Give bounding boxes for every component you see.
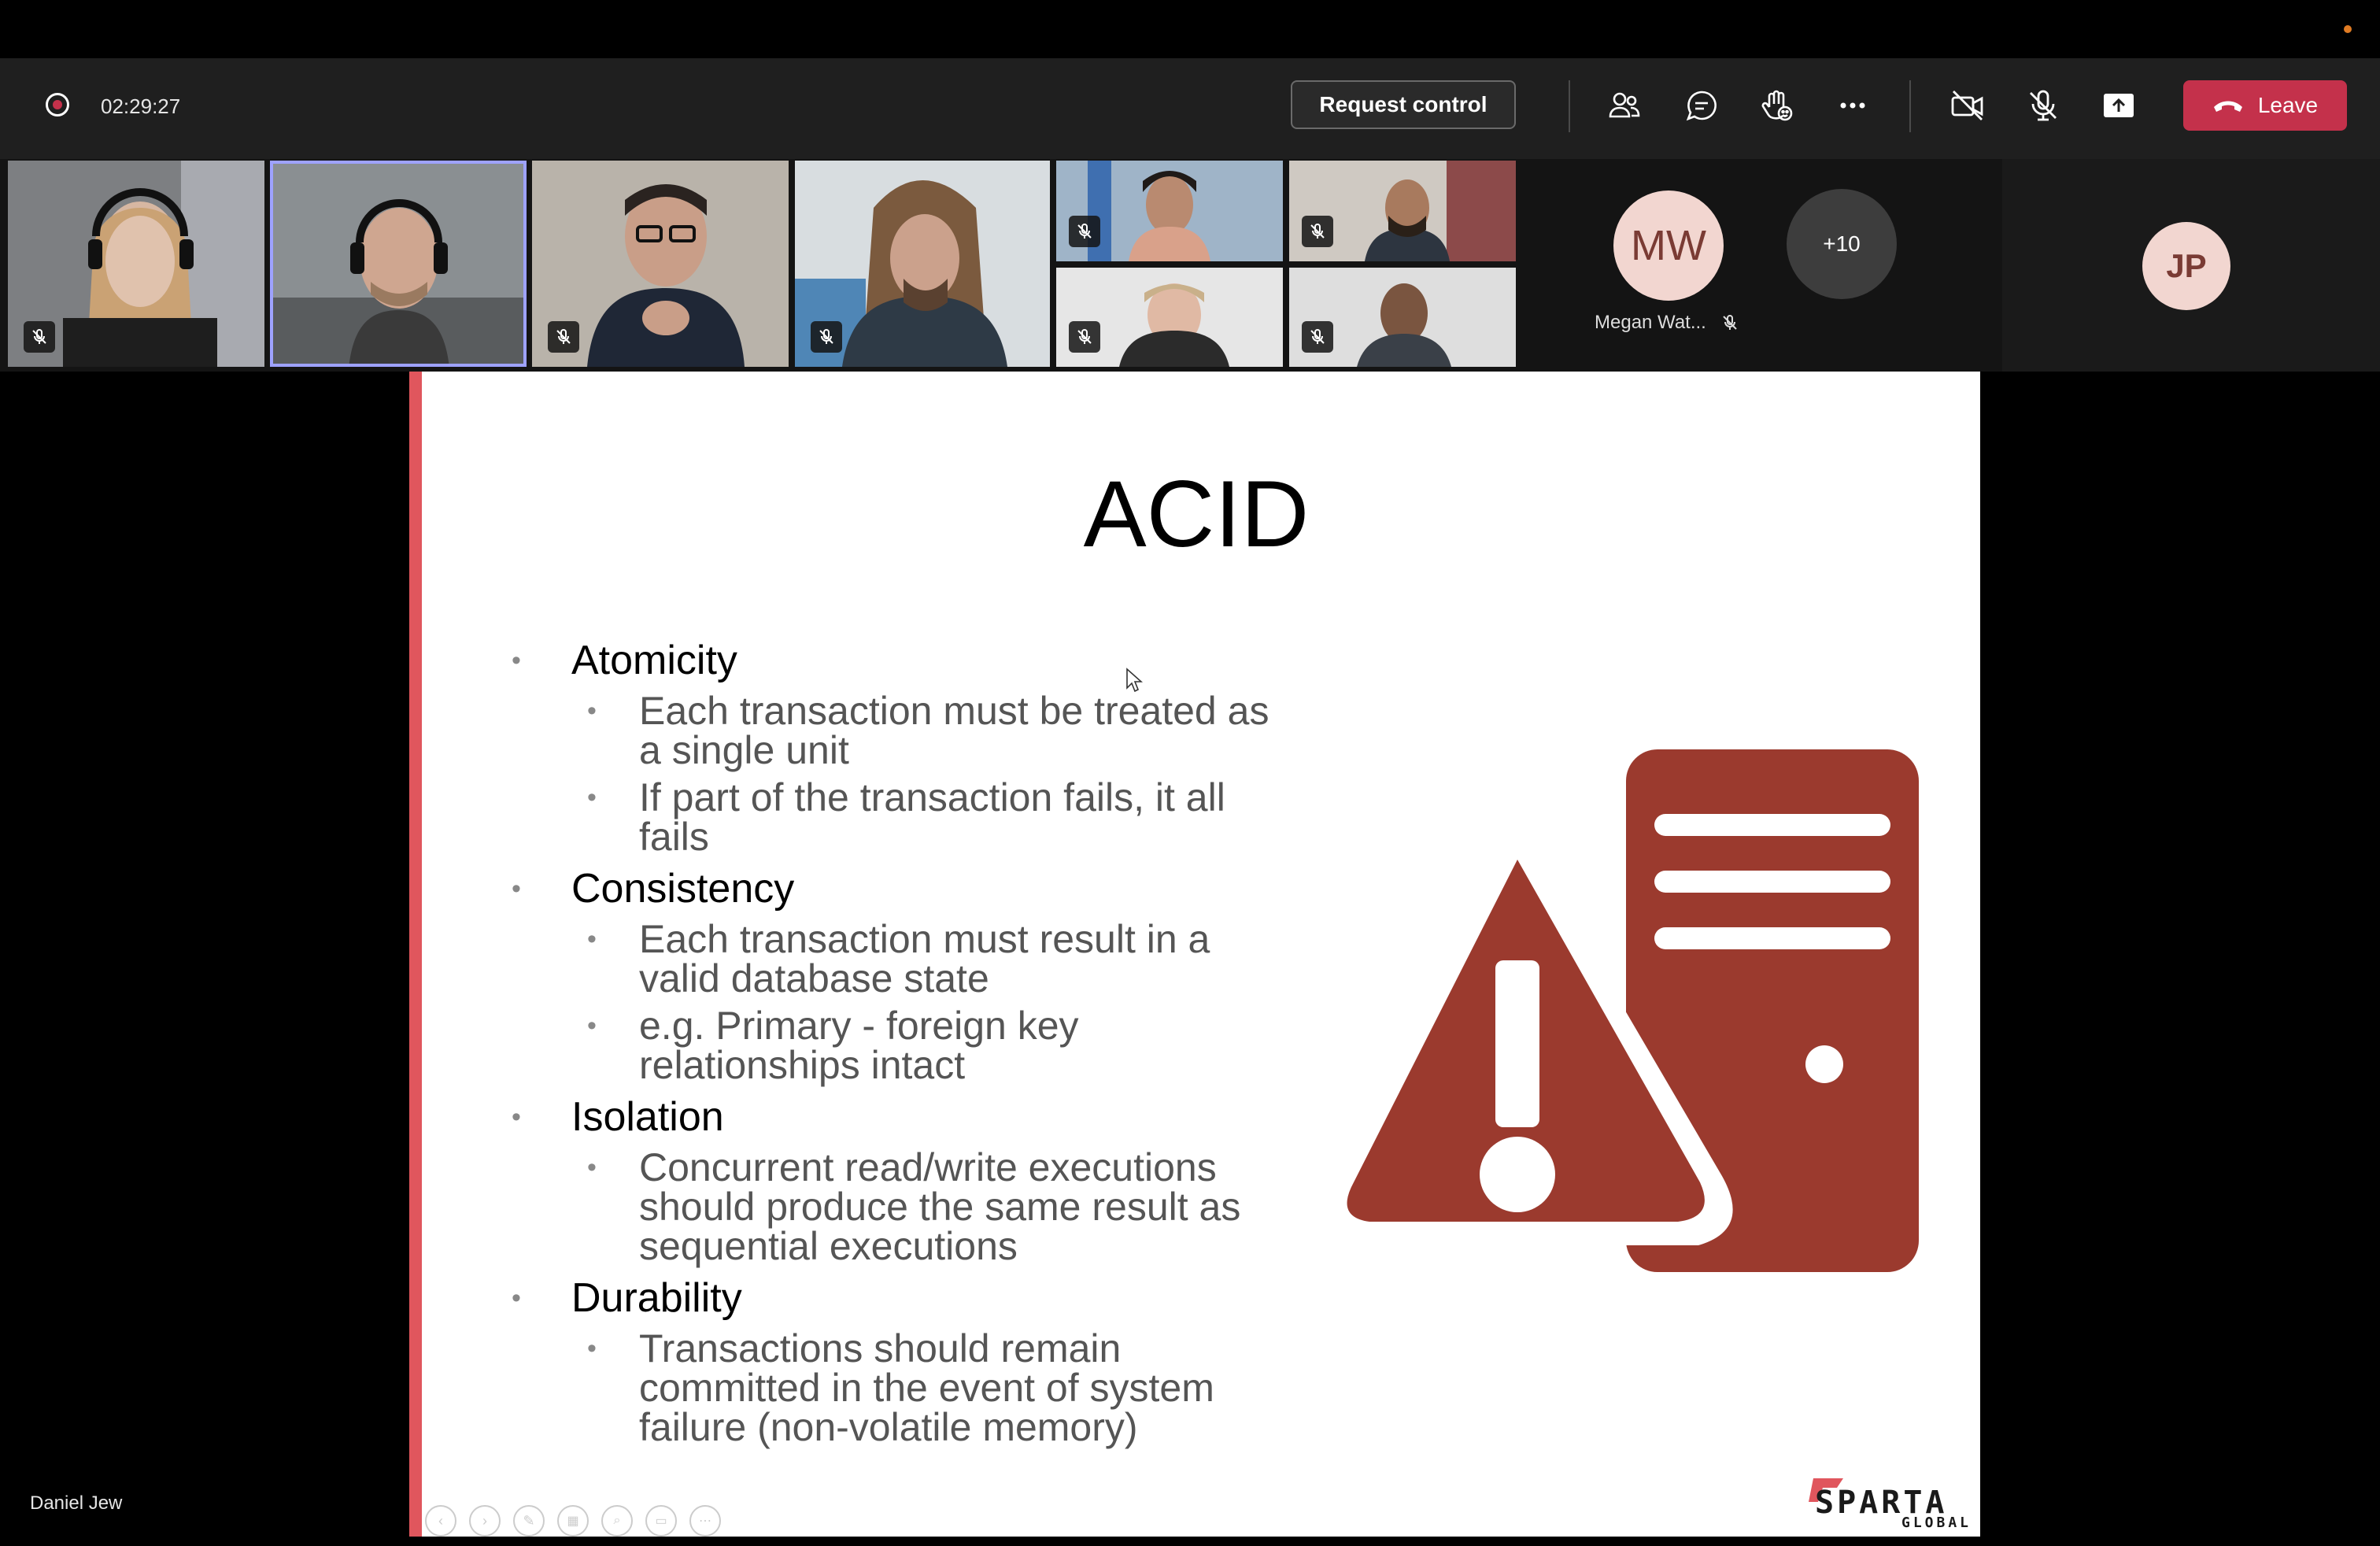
participant-video-tile[interactable] bbox=[1289, 161, 1516, 261]
avatar-self: JP bbox=[2142, 222, 2230, 310]
muted-mic-icon bbox=[1302, 321, 1333, 353]
muted-mic-icon bbox=[24, 321, 55, 353]
hang-up-icon bbox=[2213, 101, 2242, 112]
participant-video-tile-speaking[interactable] bbox=[270, 161, 527, 367]
bullet-heading: Consistency bbox=[496, 864, 1283, 913]
reactions-icon[interactable] bbox=[1758, 87, 1796, 124]
bullet-point: Concurrent read/write executions should … bbox=[496, 1148, 1283, 1266]
sparta-global-logo: SPARTA GLOBAL bbox=[1807, 1474, 1972, 1531]
bullet-point: Transactions should remain committed in … bbox=[496, 1329, 1283, 1447]
leave-label: Leave bbox=[2257, 93, 2319, 117]
call-timer: 02:29:27 bbox=[101, 94, 181, 118]
request-control-button[interactable]: Request control bbox=[1291, 80, 1516, 129]
participant-video-tile[interactable] bbox=[1056, 268, 1283, 367]
chat-icon[interactable] bbox=[1683, 87, 1720, 124]
avatar-megan[interactable]: MW bbox=[1613, 190, 1724, 301]
bullet-heading: Isolation bbox=[496, 1093, 1283, 1141]
bullet-heading: Durability bbox=[496, 1274, 1283, 1322]
muted-mic-icon bbox=[1302, 216, 1333, 247]
next-slide-icon[interactable]: › bbox=[469, 1505, 501, 1537]
toolbar-divider bbox=[1569, 80, 1570, 132]
bullet-heading: Atomicity bbox=[496, 636, 1283, 685]
participant-video-tile[interactable] bbox=[1289, 268, 1516, 367]
share-icon[interactable] bbox=[2100, 87, 2138, 124]
muted-mic-icon bbox=[1069, 216, 1100, 247]
subtitles-icon[interactable]: ▭ bbox=[645, 1505, 677, 1537]
server-warning-icon bbox=[1328, 749, 1919, 1272]
recording-icon bbox=[46, 93, 69, 117]
logo-sub: GLOBAL bbox=[1901, 1515, 1972, 1531]
presenter-name: Daniel Jew bbox=[30, 1492, 123, 1514]
zoom-icon[interactable]: ⌕ bbox=[601, 1505, 633, 1537]
more-participants-button[interactable]: +10 bbox=[1787, 189, 1897, 299]
bullet-point: If part of the transaction fails, it all… bbox=[496, 778, 1283, 856]
muted-mic-icon bbox=[1069, 321, 1100, 353]
bullet-point: e.g. Primary - foreign key relationships… bbox=[496, 1006, 1283, 1085]
shared-content-stage: ACID Atomicity Each transaction must be … bbox=[9, 372, 2371, 1537]
muted-mic-icon bbox=[1722, 315, 1737, 330]
participant-video-tile[interactable] bbox=[795, 161, 1050, 367]
bullet-point: Each transaction must result in a valid … bbox=[496, 919, 1283, 998]
participant-video-tile[interactable] bbox=[532, 161, 789, 367]
muted-mic-icon bbox=[811, 321, 842, 353]
participants-icon[interactable] bbox=[1606, 87, 1643, 124]
muted-mic-icon bbox=[548, 321, 579, 353]
pen-icon[interactable]: ✎ bbox=[513, 1505, 545, 1537]
participant-name-label: Megan Wat... bbox=[1595, 312, 1706, 333]
participant-name: Megan Wat... bbox=[1595, 312, 1739, 334]
camera-off-icon[interactable] bbox=[1949, 87, 1986, 124]
leave-button[interactable]: Leave bbox=[2183, 80, 2347, 131]
more-icon[interactable] bbox=[1834, 87, 1872, 124]
top-window-bar bbox=[0, 0, 2380, 58]
slide-nav-controls: ‹ › ✎ ▦ ⌕ ▭ ⋯ bbox=[425, 1505, 721, 1537]
presentation-slide: ACID Atomicity Each transaction must be … bbox=[409, 372, 1980, 1537]
bullet-point: Each transaction must be treated as a si… bbox=[496, 691, 1283, 770]
participant-video-tile[interactable] bbox=[8, 161, 264, 367]
toolbar-divider bbox=[1909, 80, 1911, 132]
previous-slide-icon[interactable]: ‹ bbox=[425, 1505, 456, 1537]
participant-video-tile[interactable] bbox=[1056, 161, 1283, 261]
slide-bullets: Atomicity Each transaction must be treat… bbox=[496, 636, 1283, 1455]
status-indicator bbox=[2344, 25, 2352, 33]
mic-off-icon[interactable] bbox=[2024, 87, 2062, 124]
slide-title: ACID bbox=[1083, 461, 1310, 567]
slides-icon[interactable]: ▦ bbox=[557, 1505, 589, 1537]
meeting-toolbar: 02:29:27 Request control Leave bbox=[0, 58, 2380, 159]
more-options-icon[interactable]: ⋯ bbox=[689, 1505, 721, 1537]
participant-strip: MW Megan Wat... +10 JP bbox=[0, 159, 2380, 372]
mouse-cursor-icon bbox=[1126, 668, 1143, 693]
